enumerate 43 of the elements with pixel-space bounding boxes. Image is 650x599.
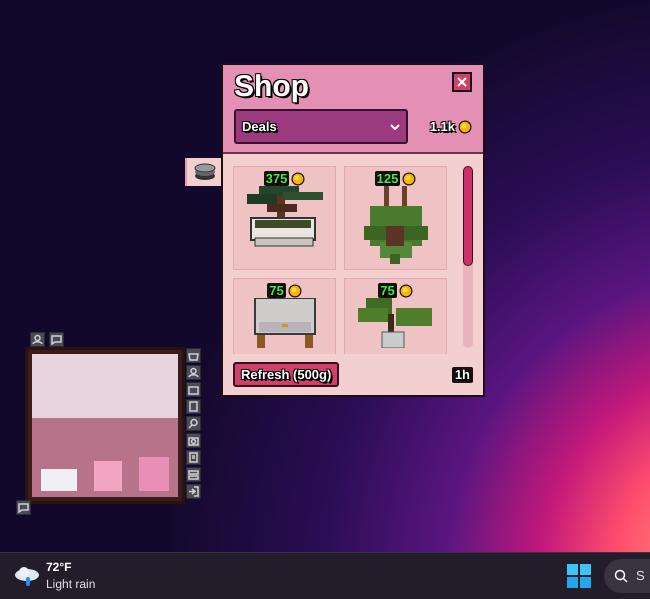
camera-icon[interactable]	[186, 433, 201, 448]
search-icon	[614, 569, 628, 583]
coin-balance: 1.1k	[430, 118, 455, 136]
nightstand-drawing	[252, 298, 316, 348]
side-tab[interactable]	[185, 158, 223, 186]
scrollbar-thumb[interactable]	[463, 166, 473, 266]
person-icon[interactable]	[186, 365, 201, 380]
chevron-down-icon	[390, 124, 400, 130]
stack-icon	[194, 163, 216, 181]
window-title: Shop	[234, 69, 309, 105]
coin-icon	[458, 120, 472, 134]
edit-message-icon[interactable]	[16, 500, 31, 515]
search-field[interactable]: S	[604, 559, 650, 593]
weather-condition: Light rain	[46, 576, 96, 593]
shop-item-card[interactable]: 75	[344, 278, 447, 354]
exit-icon[interactable]	[186, 484, 201, 499]
basket-icon[interactable]	[186, 348, 201, 363]
coin-icon	[398, 284, 413, 298]
document-icon[interactable]	[186, 450, 201, 465]
item-price: 75	[267, 283, 286, 298]
coin-icon	[291, 172, 306, 186]
coin-icon	[402, 172, 416, 186]
weather-temperature: 72°F	[46, 559, 72, 576]
refresh-timer: 1h	[452, 366, 473, 382]
coin-icon	[288, 284, 302, 298]
search-input[interactable]: S	[636, 566, 648, 586]
scrollbar[interactable]	[463, 166, 473, 348]
shop-item-card[interactable]: 375	[233, 166, 336, 270]
close-icon	[457, 77, 467, 87]
close-button[interactable]	[452, 72, 472, 92]
person-icon[interactable]	[30, 332, 45, 347]
shop-item-card[interactable]: 75	[233, 278, 336, 354]
search-icon[interactable]	[186, 416, 201, 431]
chat-icon[interactable]	[49, 332, 64, 347]
toggle-icon[interactable]	[186, 467, 201, 482]
windows-start-icon[interactable]	[567, 564, 591, 588]
shop-item-card[interactable]: 125	[344, 166, 447, 270]
item-price: 125	[374, 171, 400, 186]
refresh-button[interactable]: Refresh (500g)	[233, 362, 340, 387]
category-dropdown[interactable]: Deals	[234, 109, 408, 144]
item-price: 375	[264, 171, 290, 186]
item-price: 75	[378, 283, 397, 298]
cloud-rain-icon[interactable]	[14, 565, 40, 587]
